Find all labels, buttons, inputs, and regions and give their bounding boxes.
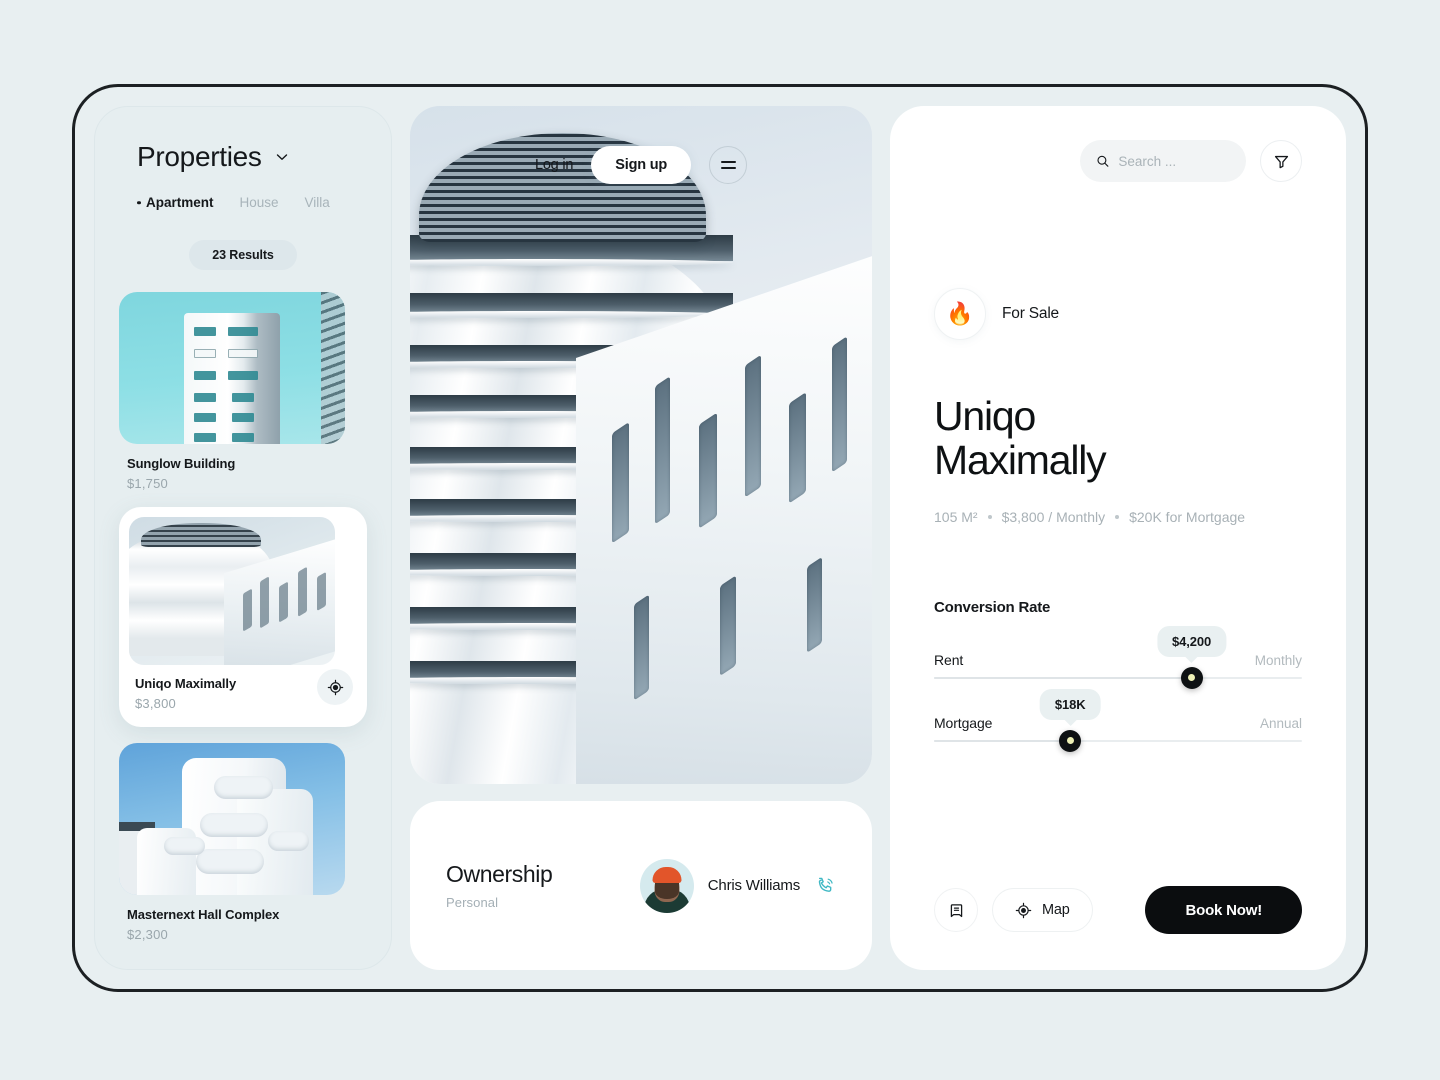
- property-thumbnail: [119, 292, 345, 444]
- map-button[interactable]: Map: [992, 888, 1093, 932]
- signup-button[interactable]: Sign up: [591, 146, 692, 184]
- conversion-rate-heading: Conversion Rate: [934, 598, 1051, 616]
- tab-house[interactable]: House: [240, 195, 279, 210]
- owner-name: Chris Williams: [707, 877, 800, 894]
- rent-slider-label: Rent: [934, 651, 964, 668]
- center-column: Log in Sign up Ownership Personal Chris …: [410, 106, 872, 970]
- property-type-tabs: Apartment House Villa: [119, 195, 367, 210]
- detail-toolbar: [934, 140, 1302, 182]
- locate-property-button[interactable]: [317, 669, 353, 705]
- mortgage-slider-thumb[interactable]: [1059, 729, 1082, 752]
- mortgage-slider-group: Mortgage Annual $18K: [934, 688, 1302, 752]
- book-now-button[interactable]: Book Now!: [1145, 886, 1302, 934]
- avatar: [639, 858, 694, 913]
- status-badge-label: For Sale: [1002, 305, 1059, 322]
- rent-slider-unit: Monthly: [1254, 652, 1302, 668]
- search-input[interactable]: [1118, 153, 1230, 169]
- mortgage-slider-track[interactable]: $18K: [934, 688, 1302, 752]
- detail-title: Uniqo Maximally: [934, 394, 1302, 483]
- results-count-badge: 23 Results: [189, 240, 297, 270]
- hero-image-panel: Log in Sign up: [410, 106, 872, 784]
- bookmark-button[interactable]: [934, 888, 978, 932]
- target-locate-icon: [1015, 902, 1032, 918]
- detail-actions: Map Book Now!: [934, 886, 1302, 934]
- sidebar: Properties Apartment House Villa 23 Resu…: [94, 106, 392, 970]
- search-box[interactable]: [1080, 140, 1246, 182]
- ownership-card: Ownership Personal Chris Williams: [410, 801, 872, 970]
- spec-rent: $3,800 / Monthly: [1001, 508, 1106, 525]
- tab-villa[interactable]: Villa: [305, 195, 330, 210]
- target-locate-icon: [327, 679, 343, 695]
- hero-building-artwork: [410, 106, 872, 784]
- chevron-down-icon[interactable]: [274, 149, 290, 165]
- search-icon: [1097, 155, 1109, 167]
- property-detail-panel: 🔥 For Sale Uniqo Maximally 105 M² $3,800…: [890, 106, 1346, 970]
- property-name: Sunglow Building: [127, 456, 236, 471]
- spec-mortgage: $20K for Mortgage: [1129, 508, 1246, 525]
- page-title: Properties: [137, 141, 262, 172]
- phone-call-icon[interactable]: [814, 875, 836, 897]
- ownership-title: Ownership: [446, 861, 553, 887]
- mortgage-slider-label: Mortgage: [934, 714, 993, 731]
- property-price: $1,750: [127, 476, 168, 491]
- bookmark-icon: [950, 903, 962, 917]
- rent-slider-thumb[interactable]: [1180, 666, 1203, 689]
- property-price: $2,300: [127, 927, 168, 942]
- mortgage-slider-unit: Annual: [1259, 715, 1302, 731]
- list-item-selected[interactable]: Uniqo Maximally $3,800: [119, 507, 367, 727]
- property-specs: 105 M² $3,800 / Monthly $20K for Mortgag…: [934, 509, 1302, 525]
- rent-slider-group: Rent Monthly $4,200: [934, 625, 1302, 689]
- app-window: Properties Apartment House Villa 23 Resu…: [85, 97, 1355, 979]
- property-thumbnail: [129, 517, 335, 665]
- filter-funnel-icon[interactable]: [1260, 140, 1302, 182]
- spec-separator-icon: [1115, 514, 1120, 519]
- rent-slider-track[interactable]: $4,200: [934, 625, 1302, 689]
- rent-slider-value-tooltip: $4,200: [1157, 625, 1227, 657]
- owner-contact: Chris Williams: [639, 858, 836, 913]
- hero-top-nav: Log in Sign up: [410, 146, 872, 184]
- map-button-label: Map: [1042, 902, 1070, 918]
- tab-apartment[interactable]: Apartment: [137, 195, 214, 210]
- list-item[interactable]: Masternext Hall Complex $2,300: [119, 743, 367, 942]
- property-name: Masternext Hall Complex: [127, 907, 280, 922]
- spec-separator-icon: [987, 514, 992, 519]
- status-badge: 🔥 For Sale: [934, 288, 1302, 340]
- spec-area: 105 M²: [934, 508, 978, 525]
- property-thumbnail: [119, 743, 345, 895]
- ownership-info: Ownership Personal: [446, 861, 553, 910]
- detail-title-line2: Maximally: [934, 437, 1107, 484]
- sidebar-header[interactable]: Properties: [119, 141, 367, 173]
- login-link[interactable]: Log in: [535, 157, 574, 173]
- ownership-subtitle: Personal: [446, 895, 499, 910]
- fire-icon: 🔥: [934, 288, 986, 340]
- list-item[interactable]: Sunglow Building $1,750: [119, 292, 367, 491]
- hamburger-menu-icon[interactable]: [709, 146, 748, 184]
- mortgage-slider-value-tooltip: $18K: [1039, 688, 1101, 720]
- detail-title-line1: Uniqo: [934, 393, 1036, 439]
